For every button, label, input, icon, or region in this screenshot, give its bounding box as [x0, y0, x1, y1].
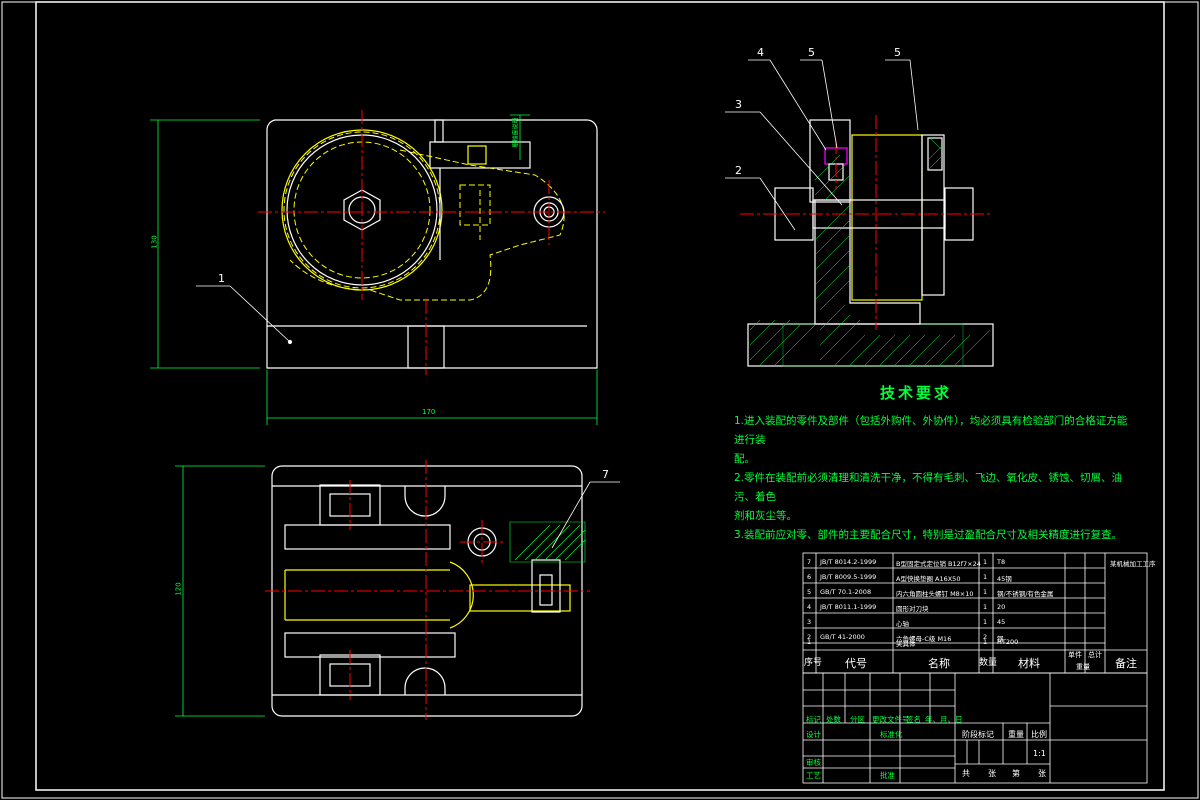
bom-row-code: JB/T 8009.5-1999 [820, 573, 877, 581]
bom-row-mat: 45 [997, 618, 1006, 626]
balloon-5a: 5 [808, 46, 815, 59]
bom-row-no: 1 [807, 638, 812, 646]
bom-row-no: 6 [807, 573, 812, 581]
tb-approve: 批准 [880, 771, 895, 780]
req-line-1a: 1.进入装配的零件及部件（包括外购件、外协件），均必须具有检验部门的合格证方能进… [734, 415, 1128, 446]
bom-row-no: 3 [807, 618, 812, 626]
bom-row-mat: HT200 [997, 638, 1019, 646]
bom-row-mat: 钢/不锈钢/有色金属 [997, 590, 1054, 598]
tb-std: 标准化 [880, 730, 903, 739]
tb-stage: 阶段标记 [962, 730, 994, 739]
tb-page: 第 [1012, 769, 1020, 778]
tb-date: 年、月、日 [925, 715, 963, 724]
outer-frame [1, 1, 1199, 799]
bom-row-name: B型固定式定位销 B12f7×24 [896, 560, 981, 568]
balloon-3: 3 [735, 98, 742, 111]
tb-count: 处数 [826, 715, 841, 724]
top-view [150, 110, 605, 425]
dim-bottom-height: 120 [174, 582, 183, 596]
dim-side-note: 粗糙度说明 [512, 117, 520, 148]
bom-row-qty: 1 [983, 618, 988, 626]
tb-sheets: 共 [962, 769, 970, 778]
req-line-1b: 配。 [734, 453, 755, 465]
tb-scale: 比例 [1031, 730, 1047, 739]
bom-header-name: 名称 [928, 657, 950, 670]
bom-row-mat: 45钢 [997, 575, 1012, 583]
bom-header-unit: 单件 [1068, 651, 1082, 659]
bom-row-mat: 20 [997, 603, 1006, 611]
tb-sheet-of: 张 [988, 769, 996, 778]
bom-row-mat: T8 [997, 558, 1006, 566]
tb-zone: 分区 [850, 715, 865, 724]
bottom-view [175, 460, 620, 720]
balloon-1: 1 [218, 272, 225, 285]
bom-row-qty: 1 [983, 558, 988, 566]
req-line-3: 3.装配前应对零、部件的主要配合尺寸，特别是过盈配合尺寸及相关精度进行复查。 [734, 529, 1123, 541]
bom-row-code: GB/T 41-2000 [820, 633, 865, 641]
bom-header-qty: 数量 [979, 658, 998, 668]
tb-craft: 工艺 [806, 771, 821, 780]
bom-row-qty: 1 [983, 603, 988, 611]
bom-row-no: 4 [807, 603, 812, 611]
tb-mark: 标记 [806, 715, 821, 724]
bom-row-no: 7 [807, 558, 812, 566]
bom-row-qty: 1 [983, 588, 988, 596]
bom-row-name: A型快换垫圈 A16X50 [896, 575, 961, 583]
tb-page-of: 张 [1038, 769, 1046, 778]
bom-row-no: 5 [807, 588, 812, 596]
tb-sign: 签名 [906, 715, 921, 724]
tb-design: 设计 [806, 730, 821, 739]
bom-header-mat: 材料 [1018, 657, 1040, 670]
req-line-2b: 剂和灰尘等。 [734, 510, 797, 522]
bom-header-total: 总计 [1088, 651, 1102, 659]
tb-review: 审核 [806, 758, 821, 767]
section-view [725, 59, 994, 367]
req-line-2a: 2.零件在装配前必须清理和清洗干净，不得有毛刺、飞边、氧化皮、锈蚀、切屑、油污、… [734, 472, 1123, 503]
requirements-title: 技术要求 [880, 384, 953, 402]
bom-header-weight: 重量 [1076, 663, 1090, 671]
balloon-7: 7 [602, 468, 609, 481]
bom-row-qty: 1 [983, 638, 988, 646]
title-block-corner: 某机械加工工序 [1110, 560, 1156, 568]
bom-header-remark: 备注 [1115, 657, 1137, 670]
bom-row-qty: 1 [983, 573, 988, 581]
bom-header-code: 代号 [845, 657, 867, 670]
balloon-5b: 5 [894, 46, 901, 59]
bom-row-name: 夹具体 [896, 640, 916, 648]
balloon-2: 2 [735, 164, 742, 177]
tb-weight: 重量 [1008, 730, 1024, 739]
bom-row-code: GB/T 70.1-2008 [820, 588, 872, 596]
dim-top-width: 170 [422, 408, 436, 416]
tb-doc: 更改文件号 [872, 715, 910, 724]
bom-row-name: 圆形对刀块 [896, 605, 929, 613]
engineering-drawing [1, 1, 1199, 799]
bom-row-name: 内六角圆柱头螺钉 M8×10 [896, 590, 974, 598]
requirements-text: 1.进入装配的零件及部件（包括外购件、外协件），均必须具有检验部门的合格证方能进… [734, 412, 1134, 545]
tb-scale-value: 1:1 [1033, 749, 1046, 758]
balloon-4: 4 [757, 46, 764, 59]
bom-row-code: JB/T 8011.1-1999 [820, 603, 877, 611]
bom-header-no: 序号 [804, 658, 823, 668]
bom-row-code: JB/T 8014.2-1999 [820, 558, 877, 566]
dim-top-height: 130 [150, 235, 159, 249]
bom-row-name: 心轴 [896, 620, 909, 628]
